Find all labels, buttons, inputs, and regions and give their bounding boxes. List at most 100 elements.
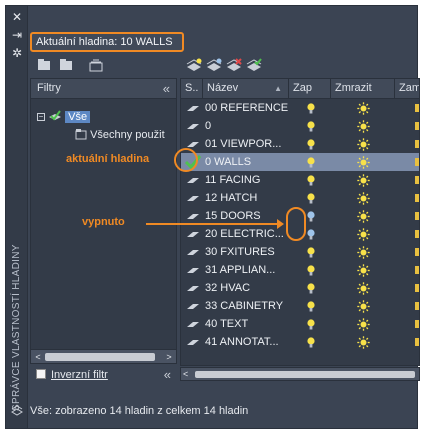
layer-name: 0 WALLS <box>205 156 252 168</box>
thaw-sun-icon[interactable] <box>357 120 370 133</box>
scroll-left-icon[interactable]: < <box>32 350 44 364</box>
delete-layer-icon[interactable] <box>226 58 242 72</box>
layer-row[interactable]: 00 REFERENCE <box>181 99 419 117</box>
scroll-right-icon[interactable]: > <box>163 350 175 364</box>
layer-row[interactable]: 0 WALLS <box>181 153 419 171</box>
lock-icon[interactable] <box>415 212 419 220</box>
used-filter-icon <box>75 129 87 140</box>
annotation-turned-off: vypnuto <box>82 216 125 228</box>
thaw-sun-icon[interactable] <box>357 174 370 187</box>
filter-hscrollbar[interactable]: < > <box>31 349 176 363</box>
thaw-sun-icon[interactable] <box>357 318 370 331</box>
collapse-filters-icon[interactable]: « <box>163 79 170 98</box>
bulb-on-icon[interactable] <box>305 138 317 151</box>
layer-row[interactable]: 30 FXITURES <box>181 243 419 261</box>
thaw-sun-icon[interactable] <box>357 102 370 115</box>
layer-toolbar <box>184 56 416 76</box>
lock-icon[interactable] <box>415 140 419 148</box>
column-name[interactable]: Název ▲ <box>203 79 289 99</box>
column-name-label: Název <box>207 82 239 94</box>
layer-name: 32 HVAC <box>205 282 251 294</box>
inverse-filter-label: Inverzní filtr <box>51 369 108 381</box>
grid-scroll-thumb[interactable] <box>195 371 415 378</box>
lock-icon[interactable] <box>415 338 419 346</box>
thaw-sun-icon[interactable] <box>357 192 370 205</box>
bulb-on-icon[interactable] <box>305 102 317 115</box>
grid-scroll-left-icon[interactable]: < <box>183 368 188 380</box>
layer-states-manager-icon[interactable] <box>88 58 104 72</box>
thaw-sun-icon[interactable] <box>357 300 370 313</box>
bulb-on-icon[interactable] <box>305 318 317 331</box>
thaw-sun-icon[interactable] <box>357 210 370 223</box>
palette-title-strip: ✕ ⇥ ✲ SPRÁVCE VLASTNOSTÍ HLADINY <box>6 6 28 428</box>
layer-name: 31 APPLIAN... <box>205 264 276 276</box>
layer-row[interactable]: 33 CABINETRY <box>181 297 419 315</box>
thaw-sun-icon[interactable] <box>357 228 370 241</box>
thaw-sun-icon[interactable] <box>357 138 370 151</box>
column-freeze[interactable]: Zmrazit <box>331 79 395 99</box>
settings-icon[interactable]: ✲ <box>10 46 24 60</box>
bulb-off-icon[interactable] <box>305 210 317 223</box>
tree-node-all[interactable]: − Vše <box>37 109 91 125</box>
lock-icon[interactable] <box>415 104 419 112</box>
column-on[interactable]: Zap <box>289 79 331 99</box>
layer-row[interactable]: 12 HATCH <box>181 189 419 207</box>
bulb-on-icon[interactable] <box>305 174 317 187</box>
set-current-icon[interactable] <box>246 58 262 72</box>
layer-row[interactable]: 32 HVAC <box>181 279 419 297</box>
inverse-filter[interactable]: Inverzní filtr « <box>30 366 177 384</box>
lock-icon[interactable] <box>415 122 419 130</box>
layer-row[interactable]: 0 <box>181 117 419 135</box>
inverse-filter-checkbox[interactable] <box>36 369 46 379</box>
lock-icon[interactable] <box>415 266 419 274</box>
lock-icon[interactable] <box>415 320 419 328</box>
lock-icon[interactable] <box>415 176 419 184</box>
bulb-on-icon[interactable] <box>305 156 317 169</box>
layer-row[interactable]: 31 APPLIAN... <box>181 261 419 279</box>
collapse-filters-icon-bottom[interactable]: « <box>164 366 171 384</box>
filter-toolbar <box>30 56 182 76</box>
tree-node-used[interactable]: Všechny použit <box>75 127 165 143</box>
bulb-on-icon[interactable] <box>305 120 317 133</box>
bulb-off-icon[interactable] <box>305 228 317 241</box>
thaw-sun-icon[interactable] <box>357 156 370 169</box>
palette-title: SPRÁVCE VLASTNOSTÍ HLADINY <box>6 216 28 411</box>
thaw-sun-icon[interactable] <box>357 282 370 295</box>
bulb-on-icon[interactable] <box>305 282 317 295</box>
lock-icon[interactable] <box>415 302 419 310</box>
lock-icon[interactable] <box>415 248 419 256</box>
bulb-on-icon[interactable] <box>305 300 317 313</box>
layer-row[interactable]: 11 FACING <box>181 171 419 189</box>
close-icon[interactable]: ✕ <box>10 10 24 24</box>
layer-status-icon[interactable] <box>186 337 200 355</box>
layer-name: 0 <box>205 120 212 132</box>
new-layer-vp-frozen-icon[interactable] <box>206 58 222 72</box>
bulb-on-icon[interactable] <box>305 336 317 349</box>
filter-scroll-thumb[interactable] <box>45 353 155 361</box>
autohide-icon[interactable]: ⇥ <box>10 28 24 42</box>
layer-stack-icon <box>11 405 23 416</box>
new-layer-icon[interactable] <box>186 58 202 72</box>
lock-icon[interactable] <box>415 284 419 292</box>
bulb-on-icon[interactable] <box>305 264 317 277</box>
column-lock[interactable]: Zam <box>395 79 419 99</box>
layer-hscrollbar[interactable]: < <box>180 367 420 381</box>
layer-name: 12 HATCH <box>205 192 258 204</box>
lock-icon[interactable] <box>415 230 419 238</box>
layer-row[interactable]: 01 VIEWPOR... <box>181 135 419 153</box>
bulb-on-icon[interactable] <box>305 192 317 205</box>
tree-expand-icon[interactable]: − <box>37 113 45 121</box>
palette-title-text: SPRÁVCE VLASTNOSTÍ HLADINY <box>11 244 22 411</box>
column-status[interactable]: S.. <box>181 79 203 99</box>
thaw-sun-icon[interactable] <box>357 336 370 349</box>
layer-row[interactable]: 41 ANNOTAT... <box>181 333 419 351</box>
thaw-sun-icon[interactable] <box>357 264 370 277</box>
new-group-filter-icon[interactable] <box>58 58 74 72</box>
layer-row[interactable]: 40 TEXT <box>181 315 419 333</box>
lock-icon[interactable] <box>415 194 419 202</box>
layer-name: 01 VIEWPOR... <box>205 138 282 150</box>
lock-icon[interactable] <box>415 158 419 166</box>
bulb-on-icon[interactable] <box>305 246 317 259</box>
new-property-filter-icon[interactable] <box>36 58 52 72</box>
thaw-sun-icon[interactable] <box>357 246 370 259</box>
